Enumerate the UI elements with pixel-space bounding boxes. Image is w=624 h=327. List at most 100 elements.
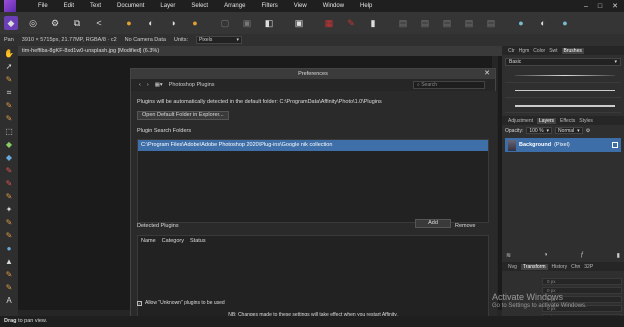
tab-32p[interactable]: 32P <box>584 264 593 270</box>
search-input[interactable]: ⌕ Search <box>413 81 485 89</box>
hand-tool-icon[interactable]: ✋ <box>4 49 14 59</box>
paint-brush-icon[interactable]: ✎ <box>4 166 14 176</box>
develop-persona-icon[interactable]: ⚙ <box>48 16 62 30</box>
menu-help[interactable]: Help <box>352 3 380 9</box>
tab-channels[interactable]: Chn <box>571 264 580 270</box>
shape-tool-icon[interactable]: ▲ <box>4 257 14 267</box>
tab-color[interactable]: Color <box>533 48 545 54</box>
menu-text[interactable]: Text <box>82 3 109 9</box>
photo-persona-icon[interactable]: ◆ <box>4 16 18 30</box>
text-tool-icon[interactable]: A <box>4 296 14 306</box>
mask-icon[interactable]: ◑ <box>544 252 548 260</box>
menu-arrange[interactable]: Arrange <box>216 3 253 9</box>
menu-file[interactable]: File <box>30 3 56 9</box>
blur-brush-icon[interactable]: ✎ <box>4 218 14 228</box>
marquee-mode-icon[interactable]: ▣ <box>240 16 254 30</box>
flood-fill-icon[interactable]: ◆ <box>4 140 14 150</box>
hsl-icon[interactable]: ● <box>188 16 202 30</box>
tone-map-persona-icon[interactable]: ⧉ <box>70 16 84 30</box>
brush-preset[interactable] <box>505 69 621 83</box>
close-icon[interactable]: ✕ <box>484 69 490 79</box>
column-category[interactable]: Category <box>162 238 184 244</box>
tab-transform[interactable]: Transform <box>520 263 548 270</box>
align-left-icon[interactable]: ▤ <box>396 16 410 30</box>
allow-unknown-checkbox[interactable]: ✓ <box>137 300 142 306</box>
tab-navigator[interactable]: Nvg <box>508 264 517 270</box>
minimize-button[interactable]: – <box>584 3 588 10</box>
healing-brush-icon[interactable]: ✎ <box>4 231 14 241</box>
units-select[interactable]: Pixels ▾ <box>195 36 242 44</box>
blend-mode-select[interactable]: Normal ▾ <box>555 127 583 134</box>
marquee-tool-icon[interactable]: ⬚ <box>4 127 14 137</box>
layer-visibility-checkbox[interactable] <box>612 142 618 148</box>
tab-ctr[interactable]: Ctr <box>508 48 515 54</box>
red-eye-tool-icon[interactable]: ● <box>4 244 14 254</box>
view-mode-icon[interactable]: ▣ <box>292 16 306 30</box>
tab-history[interactable]: History <box>552 264 568 270</box>
menu-edit[interactable]: Edit <box>56 3 82 9</box>
fx-icon[interactable]: ƒ <box>580 252 583 260</box>
white-balance-icon[interactable]: ◑ <box>166 16 180 30</box>
vector-pen-icon[interactable]: ✎ <box>4 283 14 293</box>
crop-tool-icon[interactable]: ⌗ <box>4 88 14 98</box>
align-right-icon[interactable]: ▤ <box>440 16 454 30</box>
affinity-photo-logo[interactable] <box>4 0 16 12</box>
quick-mask-icon[interactable]: ◧ <box>262 16 276 30</box>
tab-layers[interactable]: Layers <box>537 117 557 124</box>
tab-effects[interactable]: Effects <box>560 118 575 124</box>
tab-styles[interactable]: Styles <box>579 118 593 124</box>
studio-icon[interactable]: ◐ <box>536 16 550 30</box>
tab-brushes[interactable]: Brushes <box>561 47 584 54</box>
forward-icon[interactable]: › <box>147 82 149 88</box>
tab-swt[interactable]: Swt <box>549 48 557 54</box>
selection-brush-icon[interactable]: ✎ <box>4 114 14 124</box>
brush-category-select[interactable]: Basic ▾ <box>505 58 621 66</box>
opacity-select[interactable]: 100 % ▾ <box>526 127 553 134</box>
close-window-button[interactable]: ✕ <box>612 2 618 10</box>
move-tool-icon[interactable]: ➚ <box>4 62 14 72</box>
layer-order-icon[interactable]: ▮ <box>366 16 380 30</box>
share-icon[interactable]: < <box>92 16 106 30</box>
maximize-button[interactable]: □ <box>598 3 602 10</box>
allow-unknown-option[interactable]: ✓ Allow "Unknown" plugins to be used <box>137 300 225 306</box>
grid-icon[interactable]: ▦▾ <box>155 82 163 88</box>
user-icon[interactable]: ● <box>514 16 528 30</box>
back-icon[interactable]: ‹ <box>139 82 141 88</box>
clone-tool-icon[interactable]: ✦ <box>4 205 14 215</box>
levels-icon[interactable]: ◐ <box>144 16 158 30</box>
gear-icon[interactable]: ⚙ <box>586 128 590 134</box>
menu-layer[interactable]: Layer <box>152 3 183 9</box>
stack-icon[interactable]: ≋ <box>506 252 511 260</box>
open-default-folder-button[interactable]: Open Default Folder in Explorer... <box>137 111 229 120</box>
dodge-brush-icon[interactable]: ✎ <box>4 192 14 202</box>
transform-field[interactable]: 0 px <box>542 278 622 285</box>
menu-filters[interactable]: Filters <box>253 3 285 9</box>
selection-mode-icon[interactable]: ▢ <box>218 16 232 30</box>
pen-tool-icon[interactable]: ✎ <box>4 75 14 85</box>
menu-select[interactable]: Select <box>183 3 216 9</box>
liquify-persona-icon[interactable]: ◎ <box>26 16 40 30</box>
menu-view[interactable]: View <box>286 3 315 9</box>
remove-button[interactable]: Remove <box>455 223 475 229</box>
erase-brush-icon[interactable]: ✎ <box>4 179 14 189</box>
smudge-brush-icon[interactable]: ✎ <box>4 270 14 280</box>
snapping-icon[interactable]: ✎ <box>344 16 358 30</box>
layer-row[interactable]: Background (Pixel) <box>505 138 621 152</box>
gradient-tool-icon[interactable]: ◆ <box>4 153 14 163</box>
menu-window[interactable]: Window <box>315 3 352 9</box>
tab-adjustment[interactable]: Adjustment <box>508 118 533 124</box>
color-wheel-icon[interactable]: ● <box>122 16 136 30</box>
tab-hgm[interactable]: Hgm <box>519 48 530 54</box>
folder-row[interactable]: C:\Program Files\Adobe\Adobe Photoshop 2… <box>138 140 488 151</box>
arrange-icon[interactable]: ▤ <box>484 16 498 30</box>
menu-document[interactable]: Document <box>109 3 152 9</box>
document-tab[interactable]: tim-heffiba-8gKF-8xd1w0-unsplash.jpg [Mo… <box>18 46 502 56</box>
brush-preset[interactable] <box>505 84 621 98</box>
brush-preset[interactable] <box>505 99 621 113</box>
assistant-icon[interactable]: ▦ <box>322 16 336 30</box>
column-name[interactable]: Name <box>141 238 156 244</box>
column-status[interactable]: Status <box>190 238 206 244</box>
align-center-icon[interactable]: ▤ <box>418 16 432 30</box>
help-icon[interactable]: ● <box>558 16 572 30</box>
search-folders-list[interactable]: C:\Program Files\Adobe\Adobe Photoshop 2… <box>137 139 489 223</box>
